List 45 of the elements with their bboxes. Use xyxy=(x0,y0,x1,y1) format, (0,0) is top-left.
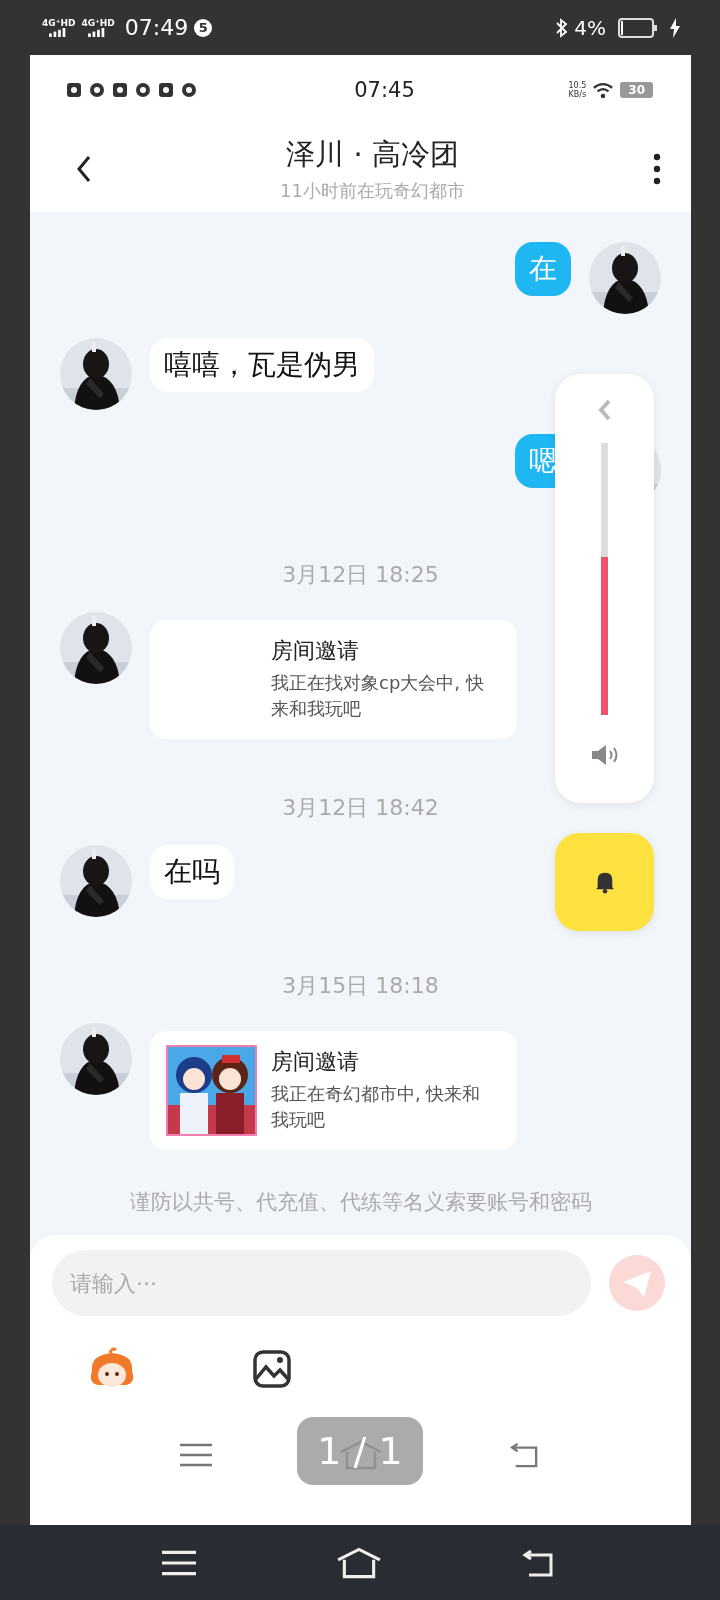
back-icon[interactable] xyxy=(76,154,92,183)
invite-description: 我正在找对象cp大会中, 快来和我玩吧 xyxy=(271,671,485,721)
clock: 07:49 xyxy=(124,15,189,40)
safety-notice: 谨防以共号、代充值、代练等名义索要账号和密码 xyxy=(128,1189,593,1216)
invite-card[interactable]: 房间邀请 我正在奇幻都市中, 快来和我玩吧 xyxy=(150,1031,517,1150)
message-bubble: 在吗 xyxy=(150,845,234,899)
volume-slider[interactable] xyxy=(601,443,608,715)
timestamp: 3月15日 18:18 xyxy=(282,972,439,1000)
app-notification-icon xyxy=(112,82,128,98)
clock: 07:45 xyxy=(353,78,416,102)
timestamp: 3月12日 18:25 xyxy=(282,561,439,589)
bluetooth-icon xyxy=(556,17,569,38)
app-notification-icon xyxy=(89,82,105,98)
chat-title: 泽川 · 高冷团 xyxy=(286,135,459,173)
invite-title: 房间邀请 xyxy=(271,637,360,665)
wifi-icon xyxy=(592,81,615,99)
menu-icon[interactable] xyxy=(162,1548,196,1577)
network-label: 4G⁺HD xyxy=(42,18,76,28)
network-label: 4G⁺HD xyxy=(81,18,115,28)
network-speed: 10.5 xyxy=(568,81,587,90)
message-input[interactable]: 请输入··· xyxy=(52,1250,591,1316)
charging-icon xyxy=(670,17,680,38)
more-icon[interactable] xyxy=(653,152,661,185)
invite-card[interactable]: 房间邀请 我正在找对象cp大会中, 快来和我玩吧 xyxy=(150,620,517,739)
app-notification-icon xyxy=(181,82,197,98)
notification-count: 5 xyxy=(194,18,213,37)
battery-percent: 4% xyxy=(574,15,606,40)
message-bubble: 在 xyxy=(515,242,571,296)
back-icon[interactable] xyxy=(522,1548,556,1577)
app-notification-icon xyxy=(66,82,82,98)
chat-subtitle: 11小时前在玩奇幻都市 xyxy=(280,178,465,203)
bell-button[interactable] xyxy=(555,833,654,931)
battery-icon xyxy=(618,17,658,38)
page-indicator-toast: 1 / 1 xyxy=(297,1417,423,1485)
home-icon[interactable] xyxy=(336,1546,382,1579)
invite-description: 我正在奇幻都市中, 快来和我玩吧 xyxy=(271,1082,482,1132)
image-icon[interactable] xyxy=(252,1349,292,1389)
timestamp: 3月12日 18:42 xyxy=(282,794,439,822)
message-bubble: 嘻嘻，瓦是伪男 xyxy=(150,338,374,392)
speed-unit: KB/s xyxy=(568,90,587,99)
speaker-icon xyxy=(589,743,620,767)
battery-level: 30 xyxy=(620,82,653,98)
app-notification-icon xyxy=(135,82,151,98)
invite-title: 房间邀请 xyxy=(271,1048,360,1076)
app-notification-icon xyxy=(158,82,174,98)
